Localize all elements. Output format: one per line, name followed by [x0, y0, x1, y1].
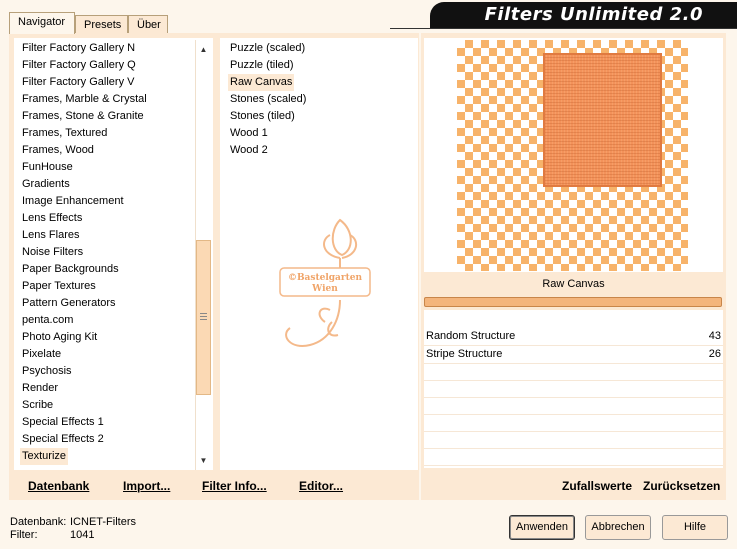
filter-item[interactable]: Puzzle (tiled) [230, 57, 294, 74]
category-item[interactable]: Frames, Wood [22, 142, 94, 159]
param-name: Stripe Structure [426, 348, 503, 360]
app-title: Filters Unlimited 2.0 [484, 4, 703, 25]
category-item[interactable]: Pixelate [22, 346, 61, 363]
category-item[interactable]: Frames, Textured [22, 125, 107, 142]
category-item[interactable]: Special Effects 2 [22, 431, 104, 448]
watermark-text-2: Wien [311, 284, 338, 294]
category-item[interactable]: FunHouse [22, 159, 73, 176]
param-row-empty [424, 415, 723, 432]
watermark-text-1: ©Bastelgarten [288, 273, 363, 283]
param-value: 43 [708, 330, 721, 342]
filter-item[interactable]: Stones (scaled) [230, 91, 306, 108]
filter-item[interactable]: Wood 1 [230, 125, 268, 142]
category-item[interactable]: Noise Filters [22, 244, 83, 261]
editor-button[interactable]: Editor... [299, 478, 343, 494]
category-item[interactable]: Frames, Stone & Granite [22, 108, 144, 125]
database-button[interactable]: Datenbank [28, 478, 89, 494]
reset-button[interactable]: Zurücksetzen [643, 478, 720, 494]
category-item[interactable]: Scribe [22, 397, 53, 414]
param-row-empty [424, 364, 723, 381]
param-row-empty [424, 432, 723, 449]
category-item[interactable]: Texturize [20, 448, 69, 465]
category-item[interactable]: Render [22, 380, 58, 397]
param-row-empty [424, 381, 723, 398]
filter-info-button[interactable]: Filter Info... [202, 478, 267, 494]
category-item[interactable]: Special Effects 1 [22, 414, 104, 431]
scroll-up-icon[interactable]: ▲ [196, 42, 211, 57]
category-item[interactable]: Frames, Marble & Crystal [22, 91, 147, 108]
category-item[interactable]: Pattern Generators [22, 295, 116, 312]
category-item[interactable]: Filter Factory Gallery N [22, 40, 135, 57]
apply-button[interactable]: Anwenden [509, 515, 575, 540]
filter-item[interactable]: Puzzle (scaled) [230, 40, 305, 57]
filter-count-value: 1041 [70, 529, 95, 541]
randomize-button[interactable]: Zufallswerte [562, 478, 632, 494]
param-row[interactable]: Stripe Structure 26 [424, 346, 723, 364]
param-row-empty [424, 398, 723, 415]
database-value: ICNET-Filters [70, 516, 136, 528]
help-button[interactable]: Hilfe [662, 515, 728, 540]
category-item[interactable]: Gradients [22, 176, 70, 193]
param-value: 26 [708, 348, 721, 360]
database-label: Datenbank: [10, 516, 67, 528]
tab-presets[interactable]: Presets [75, 15, 128, 34]
category-item[interactable]: Filter Factory Gallery Q [22, 57, 136, 74]
category-item[interactable]: penta.com [22, 312, 73, 329]
category-item[interactable]: Filter Factory Gallery V [22, 74, 134, 91]
watermark-logo: ©Bastelgarten Wien [279, 218, 371, 347]
tab-uber[interactable]: Über [128, 15, 168, 34]
category-item[interactable]: Paper Backgrounds [22, 261, 119, 278]
tab-navigator[interactable]: Navigator [9, 12, 75, 34]
category-item[interactable]: Psychosis [22, 363, 72, 380]
filter-count-label: Filter: [10, 529, 38, 541]
import-button[interactable]: Import... [123, 478, 170, 494]
param-name: Random Structure [426, 330, 516, 342]
cancel-button[interactable]: Abbrechen [585, 515, 651, 540]
category-item[interactable]: Photo Aging Kit [22, 329, 97, 346]
title-bar: Filters Unlimited 2.0 [390, 2, 737, 29]
filter-item[interactable]: Raw Canvas [228, 74, 295, 91]
filter-item[interactable]: Wood 2 [230, 142, 268, 159]
category-item[interactable]: Lens Effects [22, 210, 82, 227]
param-row-empty [424, 449, 723, 466]
filter-item[interactable]: Stones (tiled) [230, 108, 295, 125]
category-item[interactable]: Lens Flares [22, 227, 79, 244]
category-scrollbar-thumb[interactable] [196, 240, 211, 395]
preview-image [543, 53, 662, 187]
category-item[interactable]: Image Enhancement [22, 193, 124, 210]
scroll-down-icon[interactable]: ▼ [196, 453, 211, 468]
param-row[interactable]: Random Structure 43 [424, 328, 723, 346]
selected-filter-name: Raw Canvas [424, 273, 723, 295]
category-item[interactable]: Paper Textures [22, 278, 96, 295]
parameter-slider[interactable] [424, 297, 722, 307]
